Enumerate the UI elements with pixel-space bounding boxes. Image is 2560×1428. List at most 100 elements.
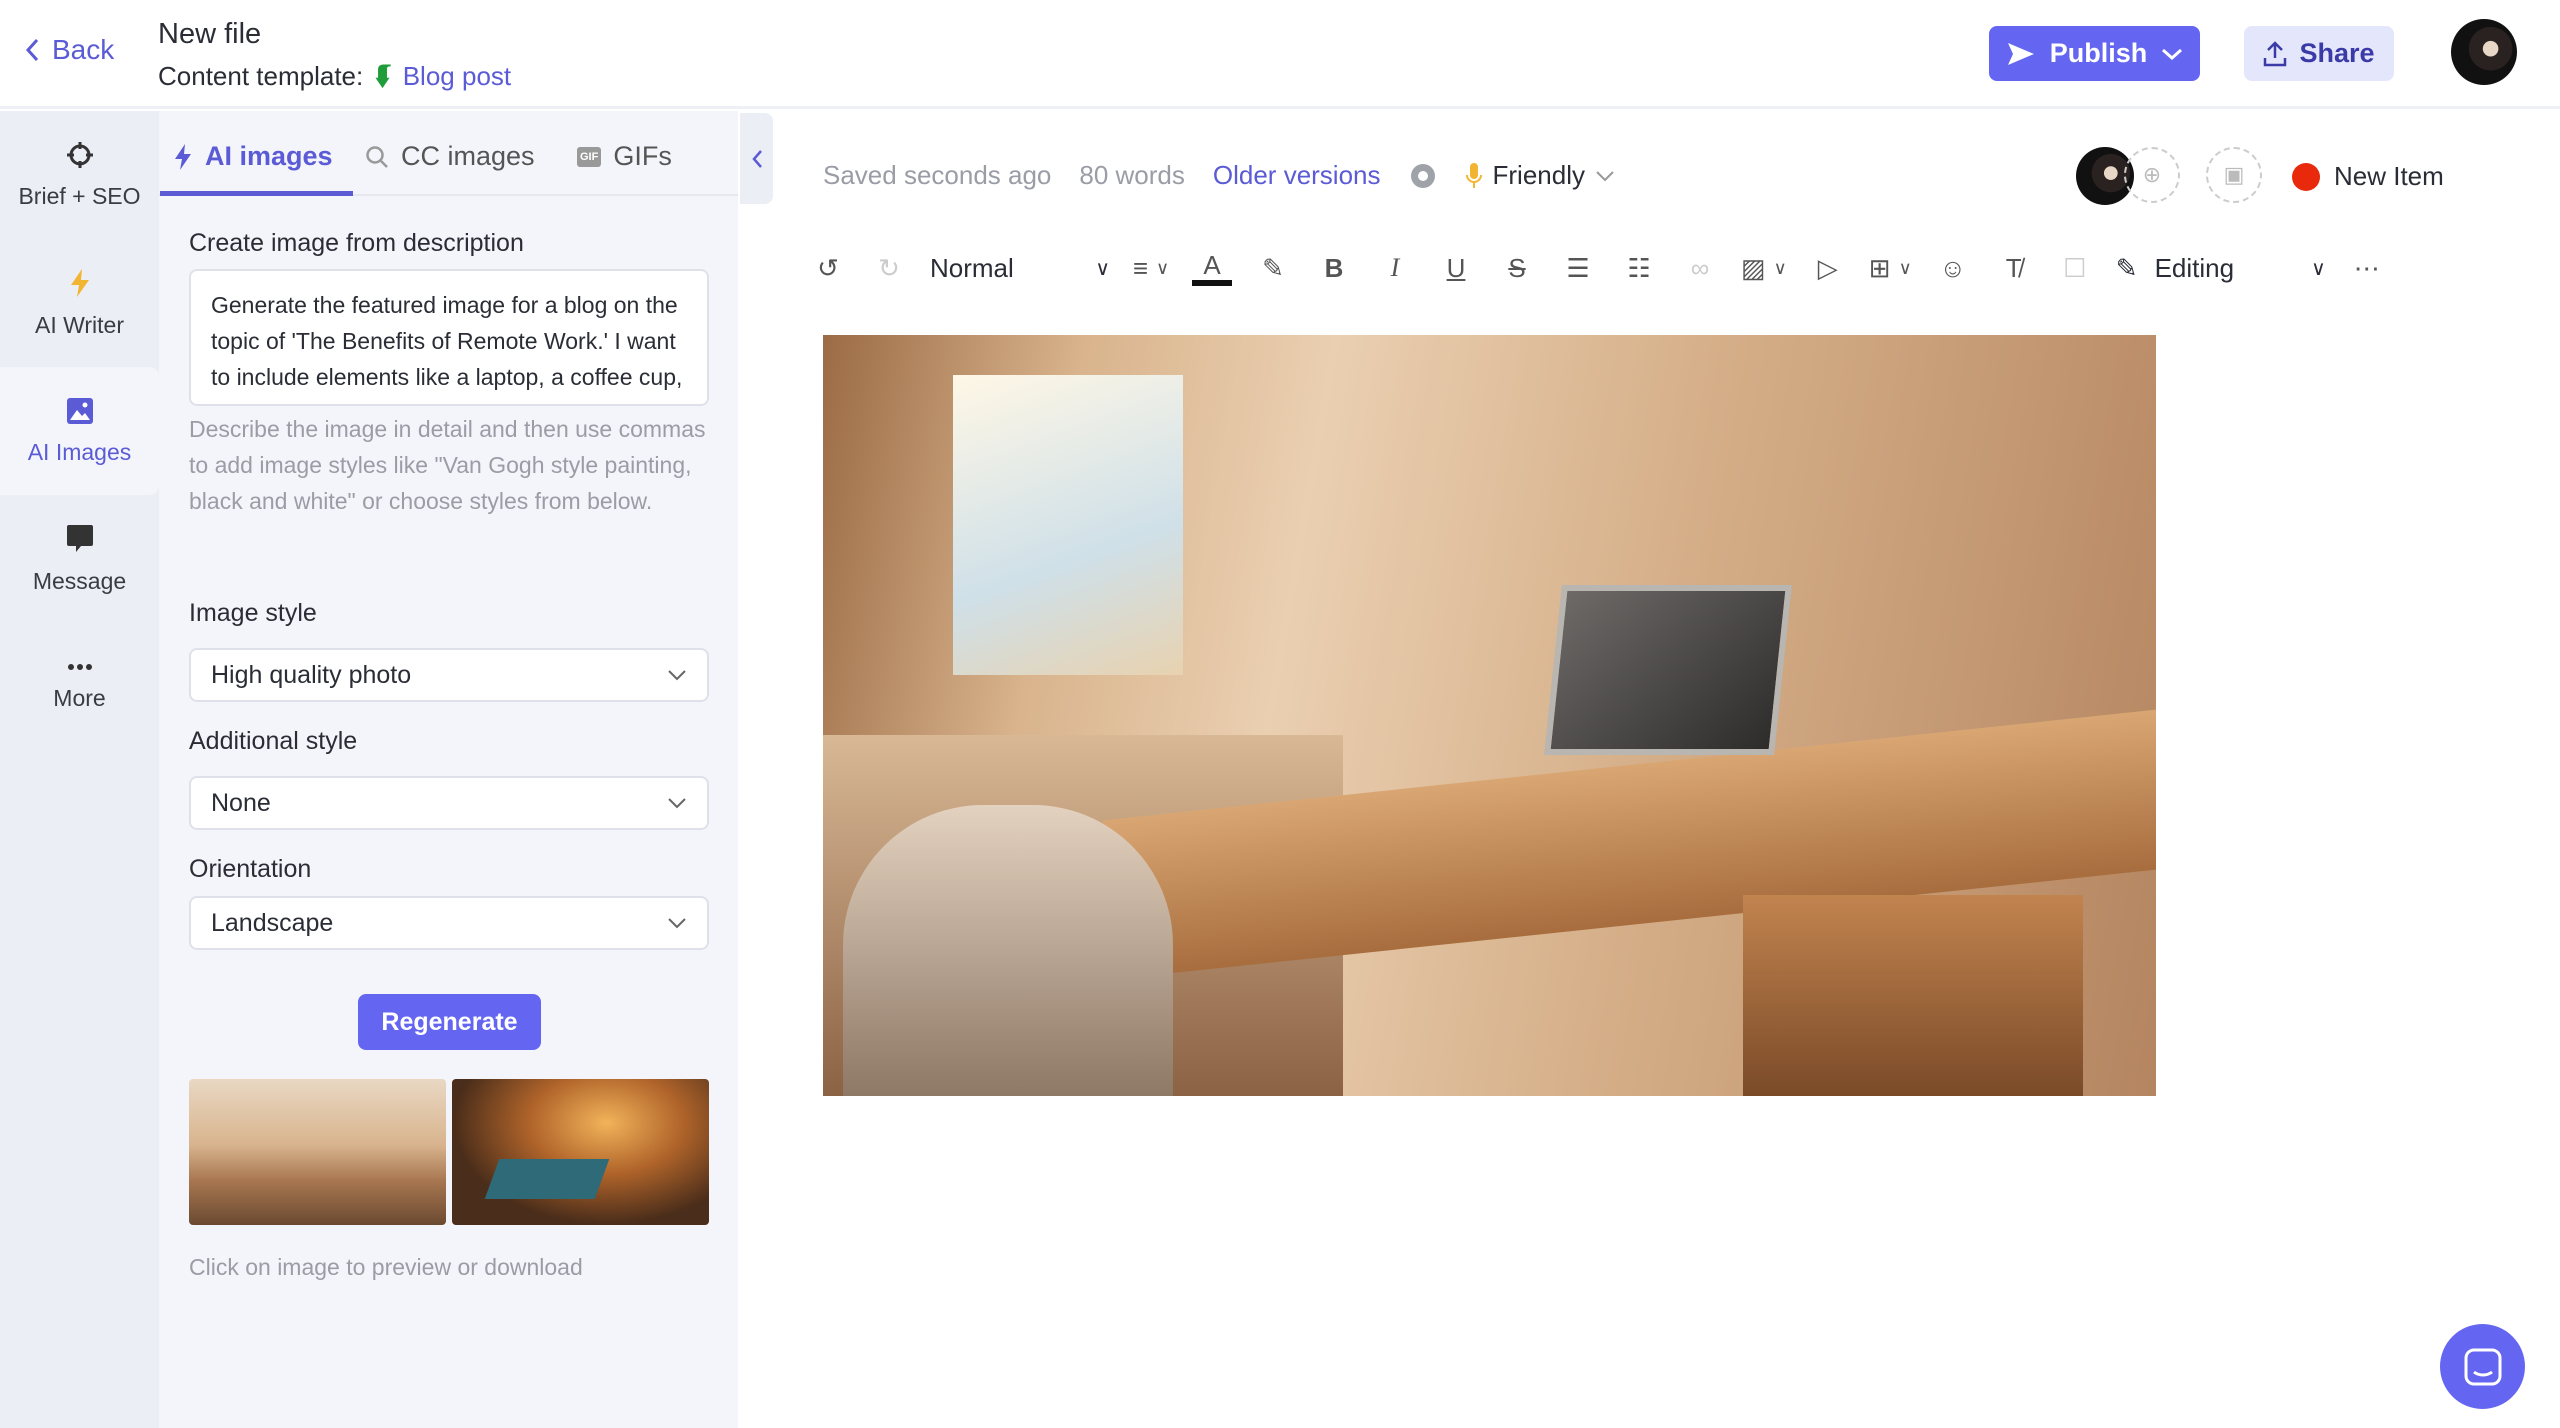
rail-item-more[interactable]: More	[0, 623, 159, 751]
window	[953, 375, 1183, 675]
editing-mode-value: Editing	[2154, 252, 2235, 283]
collapse-panel-button[interactable]	[740, 113, 773, 204]
more-icon	[67, 663, 92, 670]
upload-icon	[2264, 40, 2287, 66]
older-versions-link[interactable]: Older versions	[1213, 160, 1381, 191]
new-item-label[interactable]: New Item	[2334, 161, 2444, 192]
laptop	[1544, 585, 1792, 755]
search-icon	[366, 145, 388, 168]
publish-button[interactable]: Publish	[1989, 26, 2200, 81]
user-avatar[interactable]	[2451, 19, 2517, 85]
generated-image-thumbnail-1[interactable]	[189, 1079, 446, 1225]
chat-icon	[2464, 1348, 2501, 1385]
share-label: Share	[2299, 38, 2375, 68]
highlight-icon[interactable]: ✎	[1253, 248, 1293, 288]
tab-label: AI images	[205, 141, 333, 171]
strikethrough-icon[interactable]: S	[1497, 248, 1537, 288]
back-button[interactable]: Back	[24, 34, 114, 66]
clear-format-icon[interactable]: T̸	[1994, 248, 2034, 288]
add-user-icon[interactable]: ⊕	[2124, 147, 2180, 203]
calendar-icon[interactable]: ▣	[2206, 147, 2262, 203]
select-value: None	[211, 788, 271, 817]
redo-icon[interactable]: ↻	[869, 248, 909, 288]
undo-icon[interactable]: ↺	[808, 248, 848, 288]
comment-icon[interactable]: ☐	[2055, 248, 2095, 288]
tone-select[interactable]: Friendly	[1465, 160, 1615, 191]
editor-status-bar: Saved seconds ago 80 words Older version…	[823, 160, 1615, 191]
back-label: Back	[52, 34, 115, 65]
template-label: Content template:	[158, 60, 364, 91]
chevron-down-icon: ∨	[1095, 257, 1110, 280]
send-icon	[2007, 42, 2034, 65]
chat-support-button[interactable]	[2440, 1324, 2525, 1409]
regenerate-button[interactable]: Regenerate	[358, 994, 541, 1050]
select-value: High quality photo	[211, 660, 412, 689]
table-icon[interactable]: ⊞ ∨	[1869, 248, 1912, 288]
pencil-icon: ✎	[2115, 252, 2138, 283]
lightning-icon	[175, 143, 191, 170]
rail-label: AI Images	[27, 438, 132, 465]
rail-item-ai-writer[interactable]: AI Writer	[0, 239, 159, 367]
crosshair-icon	[66, 141, 93, 168]
orientation-select[interactable]: Landscape	[189, 896, 709, 950]
tab-ai-images[interactable]: AI images	[173, 141, 333, 172]
editing-mode-select[interactable]: ✎ Editing ∨	[2116, 248, 2326, 288]
bold-icon[interactable]: B	[1314, 248, 1354, 288]
rail-item-brief-seo[interactable]: Brief + SEO	[0, 111, 159, 239]
editor-toolbar: ↺ ↻ Normal ∨ ≡ ∨ A ✎ B I U S ☰ ☷ ∞ ▨ ∨ ▷ ⊞ ∨…	[808, 248, 2488, 288]
image-style-label: Image style	[189, 599, 317, 627]
featured-image[interactable]	[823, 335, 2156, 1096]
active-tab-indicator	[160, 191, 353, 196]
tab-gifs[interactable]: GIF GIFs	[577, 141, 672, 172]
rail-label: Message	[32, 567, 127, 594]
page-title: New file	[158, 18, 262, 50]
top-header: Back New file Content template: ⮮ Blog p…	[0, 0, 2560, 109]
chair	[843, 805, 1173, 1096]
thumbnail-caption: Click on image to preview or download	[189, 1254, 583, 1280]
left-rail: Brief + SEO AI Writer AI Images Message …	[0, 111, 159, 1428]
emoji-icon[interactable]: ☺	[1933, 248, 1973, 288]
tab-cc-images[interactable]: CC images	[365, 141, 535, 172]
video-icon[interactable]: ▷	[1808, 248, 1848, 288]
gif-icon: GIF	[577, 146, 602, 167]
generated-image-thumbnail-2[interactable]	[452, 1079, 709, 1225]
description-input[interactable]: Generate the featured image for a blog o…	[189, 269, 709, 406]
chevron-down-icon	[668, 918, 686, 929]
bullet-list-icon[interactable]: ☰	[1558, 248, 1598, 288]
align-icon[interactable]: ≡ ∨	[1131, 248, 1171, 288]
insert-image-icon[interactable]: ▨ ∨	[1741, 248, 1787, 288]
rail-label: AI Writer	[34, 311, 125, 338]
ai-images-panel: AI images CC images GIF GIFs Create imag…	[159, 111, 738, 1428]
paragraph-style-value: Normal	[930, 252, 1014, 283]
chevron-left-icon	[25, 38, 39, 62]
blog-icon: ⮮	[375, 60, 391, 90]
drawer	[1743, 895, 2083, 1096]
italic-icon[interactable]: I	[1375, 248, 1415, 288]
additional-style-label: Additional style	[189, 727, 358, 755]
link-icon[interactable]: ∞	[1680, 248, 1720, 288]
word-count: 80 words	[1079, 160, 1185, 190]
chevron-down-icon: ∨	[2311, 257, 2326, 280]
chevron-left-icon	[751, 149, 762, 168]
rail-label: Brief + SEO	[18, 182, 141, 209]
tab-label: GIFs	[613, 141, 672, 171]
eye-icon[interactable]	[1409, 162, 1437, 190]
chevron-down-icon	[1596, 170, 1614, 181]
message-icon	[66, 524, 93, 552]
share-button[interactable]: Share	[2244, 26, 2394, 81]
numbered-list-icon[interactable]: ☷	[1619, 248, 1659, 288]
template-link[interactable]: Blog post	[403, 61, 511, 92]
additional-style-select[interactable]: None	[189, 776, 709, 830]
text-color-icon[interactable]: A	[1192, 250, 1232, 286]
orientation-label: Orientation	[189, 855, 312, 883]
rail-item-ai-images[interactable]: AI Images	[0, 367, 159, 495]
rail-item-message[interactable]: Message	[0, 495, 159, 623]
image-style-select[interactable]: High quality photo	[189, 648, 709, 702]
save-status: Saved seconds ago	[823, 160, 1052, 190]
underline-icon[interactable]: U	[1436, 248, 1476, 288]
select-value: Landscape	[211, 908, 334, 937]
image-icon	[66, 397, 93, 424]
more-options-icon[interactable]: ⋯	[2347, 248, 2387, 288]
paragraph-style-select[interactable]: Normal ∨	[930, 248, 1110, 288]
lightning-icon	[70, 268, 89, 297]
